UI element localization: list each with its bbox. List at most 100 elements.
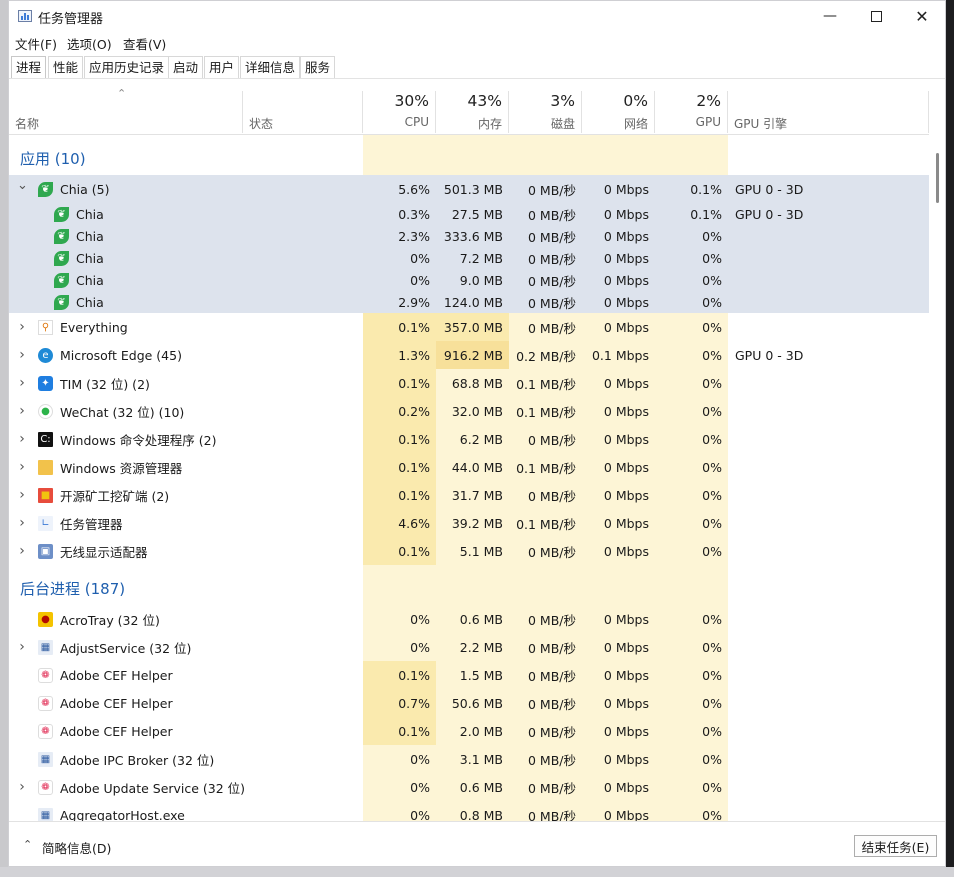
- process-row[interactable]: › ∟ 任务管理器 4.6% 39.2 MB 0.1 MB/秒 0 Mbps 0%: [9, 509, 929, 537]
- tab-users[interactable]: 用户: [204, 56, 240, 78]
- tab-services[interactable]: 服务: [300, 56, 336, 78]
- process-disk-value: 0.2 MB/秒: [509, 341, 582, 369]
- chevron-right-icon[interactable]: ›: [17, 515, 27, 531]
- process-row[interactable]: ● AcroTray (32 位) 0% 0.6 MB 0 MB/秒 0 Mbps 0%: [9, 605, 929, 633]
- process-gpu-value: 0%: [655, 313, 728, 341]
- background-window-edge: [0, 90, 8, 790]
- tab-app-history[interactable]: 应用历史记录: [84, 56, 170, 78]
- tab-performance[interactable]: 性能: [48, 56, 84, 78]
- chevron-right-icon[interactable]: ›: [17, 431, 27, 447]
- column-status[interactable]: 状态: [243, 91, 363, 133]
- process-gpu-value: 0%: [655, 689, 728, 717]
- chevron-right-icon[interactable]: ›: [17, 375, 27, 391]
- column-name[interactable]: ⌃ 名称: [9, 87, 243, 133]
- process-row[interactable]: ❁ Adobe CEF Helper 0.1% 1.5 MB 0 MB/秒 0 Mbps 0…: [9, 661, 929, 689]
- menu-file[interactable]: 文件(F): [15, 34, 57, 53]
- process-row[interactable]: ▦ Adobe IPC Broker (32 位) 0% 3.1 MB 0 MB/秒 0 …: [9, 745, 929, 773]
- process-mem-value: 0.8 MB: [436, 801, 509, 821]
- chevron-right-icon[interactable]: ›: [17, 347, 27, 363]
- less-details-link[interactable]: 简略信息(D): [42, 838, 111, 857]
- scrollbar-thumb[interactable]: [936, 153, 939, 203]
- process-row[interactable]: ❦ Chia 0% 9.0 MB 0 MB/秒 0 Mbps 0%: [9, 269, 929, 291]
- close-button[interactable]: ✕: [899, 1, 945, 31]
- maximize-button[interactable]: [853, 1, 899, 31]
- process-name: Microsoft Edge (45): [60, 347, 182, 363]
- tab-processes[interactable]: 进程: [11, 56, 47, 78]
- process-row[interactable]: › ▣ 无线显示适配器 0.1% 5.1 MB 0 MB/秒 0 Mbps 0%: [9, 537, 929, 565]
- end-task-button[interactable]: 结束任务(E): [854, 835, 937, 857]
- process-row[interactable]: ❦ Chia 0% 7.2 MB 0 MB/秒 0 Mbps 0%: [9, 247, 929, 269]
- group-heat-cell: [363, 565, 436, 605]
- process-row[interactable]: › ⚲ Everything 0.1% 357.0 MB 0 MB/秒 0 Mbps 0%: [9, 313, 929, 341]
- display-icon: ▣: [38, 543, 53, 559]
- process-row[interactable]: › ✦ TIM (32 位) (2) 0.1% 68.8 MB 0.1 MB/秒 0 Mbp…: [9, 369, 929, 397]
- process-row[interactable]: ❁ Adobe CEF Helper 0.7% 50.6 MB 0 MB/秒 0 Mbps…: [9, 689, 929, 717]
- process-cpu-value: 0.1%: [363, 313, 436, 341]
- process-row[interactable]: › C: Windows 命令处理程序 (2) 0.1% 6.2 MB 0 MB/秒 0 M…: [9, 425, 929, 453]
- group-header-row[interactable]: 后台进程 (187): [9, 565, 929, 605]
- column-disk[interactable]: 3% 磁盘: [509, 91, 582, 133]
- process-row[interactable]: ▦ AggregatorHost.exe 0% 0.8 MB 0 MB/秒 0 Mbps 0…: [9, 801, 929, 821]
- process-row[interactable]: › e Microsoft Edge (45) 1.3% 916.2 MB 0.2 MB/…: [9, 341, 929, 369]
- tab-startup[interactable]: 启动: [168, 56, 204, 78]
- process-name-cell: ❦ Chia: [9, 269, 363, 291]
- vertical-scrollbar[interactable]: [929, 135, 945, 821]
- column-network[interactable]: 0% 网络: [582, 91, 655, 133]
- process-row[interactable]: ❦ Chia 0.3% 27.5 MB 0 MB/秒 0 Mbps 0.1% GPU 0 - …: [9, 203, 929, 225]
- process-name: Chia: [76, 294, 104, 310]
- process-mem-value: 916.2 MB: [436, 341, 509, 369]
- process-row[interactable]: ⌄ ❦ Chia (5) 5.6% 501.3 MB 0 MB/秒 0 Mbps 0.1% GP…: [9, 175, 929, 203]
- process-row[interactable]: ❁ Adobe CEF Helper 0.1% 2.0 MB 0 MB/秒 0 Mbps 0…: [9, 717, 929, 745]
- column-memory[interactable]: 43% 内存: [436, 91, 509, 133]
- service-icon: ▦: [38, 807, 53, 821]
- column-memory-label: 内存: [477, 117, 502, 131]
- process-name-cell: ⌄ ❦ Chia (5): [9, 175, 363, 203]
- minimize-button[interactable]: —: [807, 1, 853, 31]
- background-taskbar-edge: [0, 867, 954, 877]
- chevron-right-icon[interactable]: ›: [17, 639, 27, 655]
- process-net-value: 0 Mbps: [582, 313, 655, 341]
- process-row[interactable]: ❦ Chia 2.9% 124.0 MB 0 MB/秒 0 Mbps 0%: [9, 291, 929, 313]
- process-net-value: 0 Mbps: [582, 661, 655, 689]
- adobe-cloud-icon: ❁: [38, 779, 53, 795]
- gpu-total-percent: 2%: [696, 92, 721, 110]
- magnifier-icon: ⚲: [38, 319, 53, 335]
- process-name: Adobe IPC Broker (32 位): [60, 752, 215, 768]
- column-cpu[interactable]: 30% CPU: [363, 91, 436, 133]
- tab-separator: [9, 78, 945, 79]
- chevron-right-icon[interactable]: ›: [17, 543, 27, 559]
- column-gpu-engine[interactable]: GPU 引擎: [728, 91, 929, 133]
- menu-options[interactable]: 选项(O): [67, 34, 112, 53]
- process-net-value: 0 Mbps: [603, 250, 649, 266]
- process-disk-value: 0 MB/秒: [528, 295, 576, 311]
- process-row[interactable]: ❦ Chia 2.3% 333.6 MB 0 MB/秒 0 Mbps 0%: [9, 225, 929, 247]
- column-gpu[interactable]: 2% GPU: [655, 91, 728, 133]
- title-bar[interactable]: 任务管理器 — ✕: [9, 1, 945, 33]
- tab-details[interactable]: 详细信息: [240, 56, 301, 78]
- process-row[interactable]: › ■ 开源矿工挖矿端 (2) 0.1% 31.7 MB 0 MB/秒 0 Mbps 0%: [9, 481, 929, 509]
- chevron-up-icon[interactable]: ⌃: [23, 838, 32, 851]
- process-gpu-value: 0%: [655, 605, 728, 633]
- group-heat-cell: [582, 565, 655, 605]
- chevron-right-icon[interactable]: ›: [17, 459, 27, 475]
- process-mem-value: 68.8 MB: [436, 369, 509, 397]
- chevron-right-icon[interactable]: ›: [17, 319, 27, 335]
- chevron-right-icon[interactable]: ›: [17, 487, 27, 503]
- process-name-cell: ● AcroTray (32 位): [9, 605, 363, 633]
- sort-up-icon: ⌃: [117, 87, 127, 100]
- chevron-right-icon[interactable]: ›: [17, 779, 27, 795]
- close-icon: ✕: [915, 6, 929, 26]
- chevron-right-icon[interactable]: ›: [17, 403, 27, 419]
- cmd-icon: C:: [38, 431, 53, 447]
- process-row[interactable]: › ● WeChat (32 位) (10) 0.2% 32.0 MB 0.1 MB/秒 0…: [9, 397, 929, 425]
- group-header-row[interactable]: 应用 (10): [9, 135, 929, 175]
- process-row[interactable]: › ❁ Adobe Update Service (32 位) 0% 0.6 MB 0 M…: [9, 773, 929, 801]
- process-name: Adobe CEF Helper: [60, 667, 173, 683]
- chevron-down-icon[interactable]: ⌄: [17, 178, 28, 193]
- process-net-value: 0 Mbps: [603, 294, 649, 310]
- menu-view[interactable]: 查看(V): [123, 34, 166, 53]
- process-row[interactable]: › Windows 资源管理器 0.1% 44.0 MB 0.1 MB/秒 0 Mbps 0…: [9, 453, 929, 481]
- process-cpu-value: 1.3%: [363, 341, 436, 369]
- process-name-cell: ▦ AggregatorHost.exe: [9, 801, 363, 821]
- process-row[interactable]: › ▦ AdjustService (32 位) 0% 2.2 MB 0 MB/秒 0 Mb…: [9, 633, 929, 661]
